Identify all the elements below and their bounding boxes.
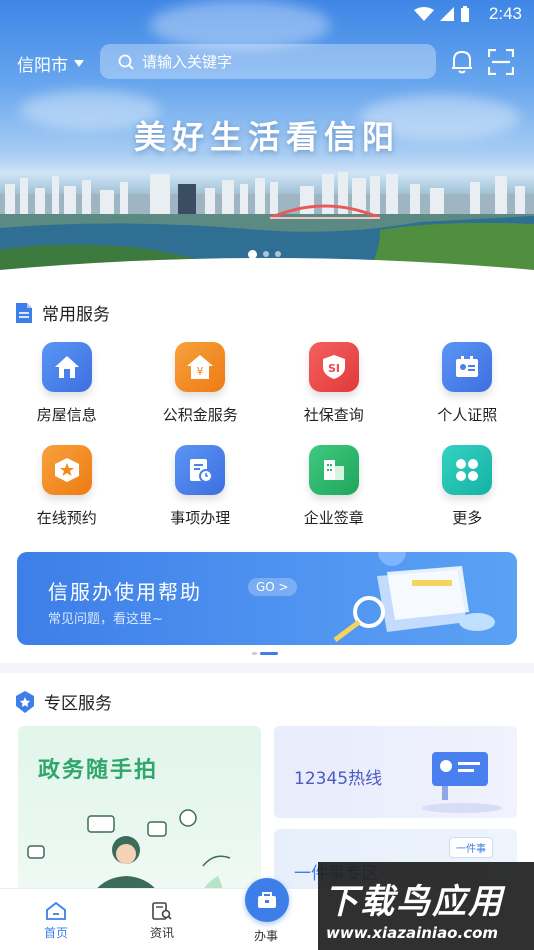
- svg-text:¥: ¥: [197, 365, 204, 378]
- common-services-card: 常用服务 房屋信息 ¥ 公积金服务 SI 社保查询 个人证照 在线预约 事项办理…: [0, 280, 534, 663]
- battery-icon: [461, 6, 469, 22]
- document-icon: [16, 302, 32, 323]
- svg-text:SI: SI: [328, 362, 340, 375]
- briefcase-icon: [258, 892, 276, 908]
- service-label: 房屋信息: [36, 406, 97, 424]
- service-enterprise-seal[interactable]: 企业签章: [267, 445, 401, 528]
- pager-dot-active: [260, 652, 278, 655]
- tab-label: 办事: [254, 929, 279, 943]
- zone-card-12345-hotline[interactable]: 12345热线: [274, 726, 517, 818]
- pager-dot: [252, 652, 257, 655]
- help-subtitle: 常见问题，看这里~: [48, 612, 163, 627]
- indicator-dot-active: [248, 250, 257, 259]
- status-icons: [414, 6, 470, 22]
- status-bar: 2:43: [0, 0, 534, 28]
- zone-card-title: 12345热线: [294, 769, 383, 789]
- zone-services-card: 专区服务 政务随手拍 12345热线 一件事专区 一件事: [0, 673, 534, 893]
- service-label: 企业签章: [303, 509, 364, 527]
- shield-star-icon: [16, 690, 34, 713]
- banner-indicator: [248, 250, 281, 259]
- star-appointment-icon: [41, 445, 92, 495]
- hero-slogan: 美好生活看信阳: [133, 118, 400, 156]
- service-label: 公积金服务: [162, 406, 238, 424]
- service-social-security[interactable]: SI 社保查询: [267, 342, 401, 425]
- help-banner-pager: [252, 652, 278, 655]
- service-grid: 房屋信息 ¥ 公积金服务 SI 社保查询 个人证照 在线预约 事项办理 企业签章…: [0, 342, 534, 528]
- search-input[interactable]: 请输入关键字: [100, 44, 436, 79]
- id-card-icon: [442, 342, 493, 392]
- enterprise-building-icon: [308, 445, 359, 495]
- indicator-dot: [275, 251, 281, 257]
- scan-icon[interactable]: [488, 49, 514, 75]
- watermark-overlay: 下载鸟应用 www.xiazainiao.com: [318, 862, 534, 950]
- zone-services-title: 专区服务: [14, 689, 112, 714]
- tab-label: 资讯: [150, 926, 175, 940]
- indicator-dot: [263, 251, 269, 257]
- search-placeholder: 请输入关键字: [142, 53, 233, 71]
- fund-house-icon: ¥: [175, 342, 226, 392]
- folder-magnifier-illustration: [333, 552, 495, 642]
- more-grid-icon: [442, 445, 493, 495]
- watermark-title: 下载鸟应用: [324, 882, 504, 922]
- news-search-icon: [152, 902, 172, 920]
- city-selector[interactable]: 信阳市: [17, 51, 84, 76]
- tab-home[interactable]: 首页: [44, 901, 68, 941]
- service-label: 事项办理: [170, 509, 231, 527]
- service-affairs-handling[interactable]: 事项办理: [134, 445, 268, 528]
- help-banner[interactable]: 信服办使用帮助 GO > 常见问题，看这里~: [17, 552, 517, 645]
- hotline-screen-illustration: [422, 752, 502, 813]
- customer-service-illustration: [27, 809, 231, 893]
- go-button[interactable]: GO >: [248, 578, 297, 596]
- one-thing-tag: 一件事: [449, 837, 493, 858]
- service-label: 个人证照: [437, 406, 498, 424]
- tab-services-button[interactable]: [245, 878, 289, 922]
- service-personal-id[interactable]: 个人证照: [401, 342, 534, 425]
- watermark-url: www.xiazainiao.com: [326, 924, 499, 942]
- service-more[interactable]: 更多: [401, 445, 534, 528]
- common-services-title: 常用服务: [14, 300, 110, 325]
- service-house-info[interactable]: 房屋信息: [0, 342, 134, 425]
- document-clock-icon: [175, 445, 226, 495]
- service-housing-fund[interactable]: ¥ 公积金服务: [134, 342, 268, 425]
- social-security-icon: SI: [308, 342, 359, 392]
- service-label: 更多: [452, 509, 483, 527]
- section-title-text: 专区服务: [44, 694, 112, 714]
- search-icon: [118, 54, 134, 70]
- signal-icon: [440, 7, 454, 21]
- home-icon: [46, 901, 66, 920]
- service-online-appointment[interactable]: 在线预约: [0, 445, 134, 528]
- status-time: 2:43: [488, 4, 522, 23]
- zone-card-gov-photo[interactable]: 政务随手拍: [18, 726, 261, 893]
- tab-news[interactable]: 资讯: [150, 901, 174, 941]
- bell-icon[interactable]: [450, 49, 474, 75]
- hero-banner[interactable]: 2:43 信阳市 请输入关键字 美好生活看信阳: [0, 0, 534, 280]
- wifi-icon: [414, 7, 434, 21]
- zone-card-title: 政务随手拍: [38, 758, 159, 783]
- house-icon: [41, 342, 92, 392]
- service-label: 在线预约: [36, 509, 97, 527]
- city-skyline-image: [0, 172, 534, 280]
- service-label: 社保查询: [303, 406, 364, 424]
- section-title-text: 常用服务: [42, 305, 110, 325]
- caret-down-icon: [74, 60, 84, 67]
- header-row: 信阳市 请输入关键字: [0, 44, 534, 80]
- help-title: 信服办使用帮助: [48, 580, 202, 604]
- tab-label: 首页: [44, 926, 69, 940]
- city-name: 信阳市: [17, 56, 68, 76]
